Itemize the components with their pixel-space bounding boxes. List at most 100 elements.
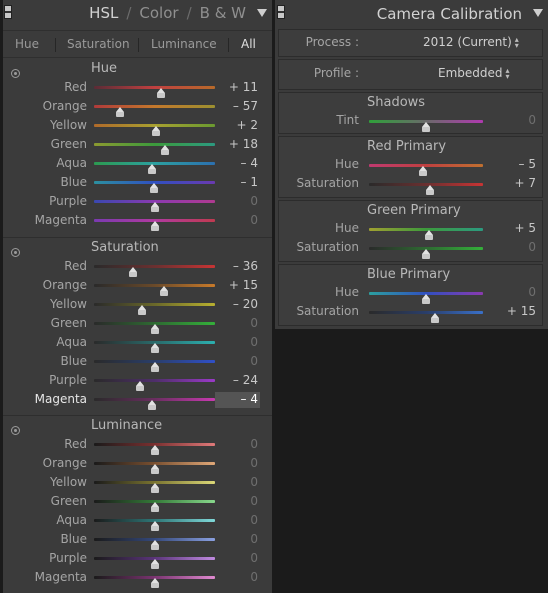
slider-thumb[interactable] <box>150 445 159 455</box>
slider-thumb[interactable] <box>150 578 159 588</box>
slider-track[interactable] <box>94 519 215 531</box>
slider-track[interactable] <box>94 360 215 372</box>
slider-track[interactable] <box>94 398 215 410</box>
slider-track[interactable] <box>94 105 215 117</box>
slider-track[interactable] <box>94 462 215 474</box>
slider-value[interactable]: – 1 <box>208 175 258 189</box>
slider-value[interactable]: + 7 <box>496 176 536 190</box>
slider-track[interactable] <box>94 265 215 277</box>
slider-track[interactable] <box>94 538 215 550</box>
slider-thumb[interactable] <box>161 145 170 155</box>
slider-thumb[interactable] <box>419 166 428 176</box>
slider-thumb[interactable] <box>422 122 430 132</box>
slider-value[interactable]: 0 <box>208 456 258 470</box>
slider-value[interactable]: + 18 <box>208 137 258 151</box>
profile-select[interactable]: Embedded ▴ ▾ <box>438 66 510 80</box>
slider-track[interactable] <box>94 500 215 512</box>
subtab-all[interactable]: All <box>241 37 256 51</box>
slider-value[interactable]: – 36 <box>208 259 258 273</box>
slider-track[interactable] <box>94 443 215 455</box>
slider-thumb[interactable] <box>150 559 159 569</box>
slider-track[interactable] <box>94 576 215 588</box>
slider-thumb[interactable] <box>150 483 159 493</box>
slider-thumb[interactable] <box>151 126 160 136</box>
slider-value[interactable]: – 4 <box>208 156 258 170</box>
slider-thumb[interactable] <box>116 107 124 117</box>
slider-thumb[interactable] <box>150 362 159 372</box>
slider-thumb[interactable] <box>135 381 144 391</box>
slider-thumb[interactable] <box>422 249 430 259</box>
panel-collapse-triangle-icon[interactable] <box>533 9 543 17</box>
slider-track[interactable] <box>94 379 215 391</box>
slider-track[interactable] <box>94 219 215 231</box>
slider-value[interactable]: 0 <box>208 570 258 584</box>
targeted-adjustment-icon[interactable] <box>11 426 20 435</box>
slider-value[interactable]: 0 <box>208 437 258 451</box>
slider-value[interactable]: 0 <box>208 513 258 527</box>
slider-value[interactable]: – 5 <box>496 157 536 171</box>
slider-track[interactable] <box>369 247 483 259</box>
subtab-luminance[interactable]: Luminance <box>151 37 217 51</box>
slider-track[interactable] <box>369 228 483 240</box>
slider-track[interactable] <box>94 284 215 296</box>
slider-thumb[interactable] <box>148 400 157 410</box>
slider-value[interactable]: 0 <box>208 551 258 565</box>
slider-value[interactable]: + 11 <box>208 80 258 94</box>
slider-value[interactable]: – 57 <box>208 99 258 113</box>
slider-track[interactable] <box>94 303 215 315</box>
slider-thumb[interactable] <box>150 464 159 474</box>
targeted-adjustment-icon[interactable] <box>11 69 20 78</box>
slider-thumb[interactable] <box>128 267 137 277</box>
slider-value[interactable]: + 5 <box>496 221 536 235</box>
slider-thumb[interactable] <box>159 286 168 296</box>
slider-track[interactable] <box>94 124 215 136</box>
slider-thumb[interactable] <box>150 502 159 512</box>
slider-thumb[interactable] <box>150 202 159 212</box>
subtab-hue[interactable]: Hue <box>15 37 39 51</box>
slider-thumb[interactable] <box>148 164 157 174</box>
slider-value[interactable]: 0 <box>208 532 258 546</box>
slider-value[interactable]: 0 <box>208 475 258 489</box>
slider-track[interactable] <box>94 557 215 569</box>
slider-thumb[interactable] <box>424 230 433 240</box>
slider-track[interactable] <box>369 164 483 176</box>
slider-value[interactable]: – 4 <box>208 392 258 406</box>
panel-collapse-triangle-icon[interactable] <box>257 9 267 17</box>
slider-track[interactable] <box>369 120 483 132</box>
slider-value[interactable]: – 24 <box>208 373 258 387</box>
slider-thumb[interactable] <box>150 221 159 231</box>
slider-thumb[interactable] <box>430 313 439 323</box>
tab-color[interactable]: Color <box>139 4 178 22</box>
slider-thumb[interactable] <box>157 88 166 98</box>
slider-thumb[interactable] <box>150 540 159 550</box>
slider-track[interactable] <box>94 162 215 174</box>
slider-thumb[interactable] <box>150 324 159 334</box>
slider-thumb[interactable] <box>150 521 159 531</box>
slider-track[interactable] <box>94 481 215 493</box>
slider-track[interactable] <box>94 86 215 98</box>
slider-track[interactable] <box>94 181 215 193</box>
slider-value[interactable]: + 2 <box>208 118 258 132</box>
slider-value[interactable]: 0 <box>208 354 258 368</box>
slider-value[interactable]: 0 <box>496 285 536 299</box>
slider-track[interactable] <box>94 322 215 334</box>
panel-collapse-toggle[interactable] <box>277 5 285 19</box>
process-select[interactable]: 2012 (Current) ▴ ▾ <box>423 35 519 49</box>
slider-value[interactable]: 0 <box>208 335 258 349</box>
panel-collapse-toggle[interactable] <box>4 5 12 19</box>
slider-track[interactable] <box>369 183 483 195</box>
subtab-saturation[interactable]: Saturation <box>67 37 130 51</box>
slider-value[interactable]: 0 <box>208 494 258 508</box>
slider-thumb[interactable] <box>138 305 147 315</box>
slider-track[interactable] <box>94 341 215 353</box>
slider-value[interactable]: 0 <box>208 194 258 208</box>
slider-thumb[interactable] <box>425 185 434 195</box>
slider-value[interactable]: 0 <box>208 213 258 227</box>
slider-track[interactable] <box>369 311 483 323</box>
slider-track[interactable] <box>94 143 215 155</box>
slider-thumb[interactable] <box>422 294 430 304</box>
slider-value[interactable]: + 15 <box>208 278 258 292</box>
slider-value[interactable]: + 15 <box>496 304 536 318</box>
slider-thumb[interactable] <box>150 343 159 353</box>
slider-value[interactable]: – 20 <box>208 297 258 311</box>
